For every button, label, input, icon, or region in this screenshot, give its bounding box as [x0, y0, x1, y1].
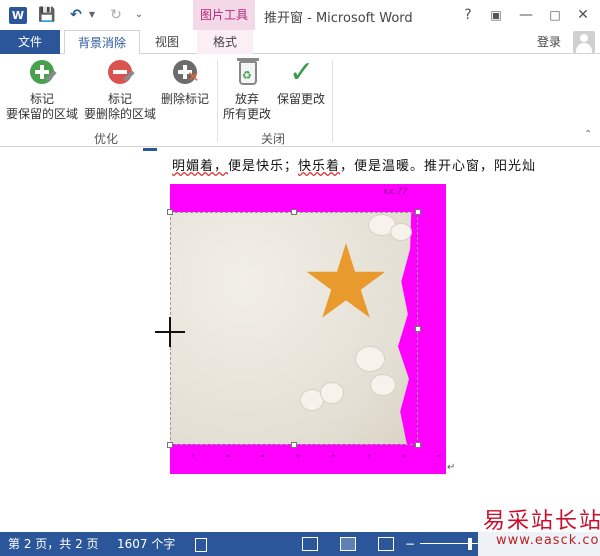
group-label-close: 关闭 — [261, 132, 286, 146]
tab-format[interactable]: 格式 — [197, 30, 253, 54]
mark-keep-label-1: 标记 — [29, 92, 54, 106]
delete-mark-label: 删除标记 — [160, 92, 209, 106]
zoom-slider-thumb[interactable] — [468, 538, 472, 550]
tab-file[interactable]: 文件 — [0, 30, 60, 54]
collapse-ribbon-icon[interactable]: ⌃ — [584, 129, 592, 140]
maximize-icon[interactable]: □ — [546, 6, 564, 24]
window-title: 推开窗 - Microsoft Word — [264, 11, 413, 26]
customize-toolbar-icon[interactable]: ⌄ — [133, 6, 145, 24]
save-icon[interactable]: 💾 — [38, 6, 56, 24]
undo-icon[interactable]: ↶ — [66, 6, 86, 24]
context-tool-label: 图片工具 — [199, 8, 248, 22]
watermark-site-name: 易采站长站 — [483, 509, 600, 534]
zoom-out-button[interactable]: − — [405, 532, 415, 556]
picture-dots: • • • • • • • • — [190, 452, 456, 461]
crosshair-cursor-icon — [155, 317, 185, 347]
keep-changes-button[interactable]: ✓ 保留更改 — [274, 58, 328, 107]
text-segment-b: 便是快乐； — [228, 159, 299, 174]
word-count[interactable]: 1607 个字 — [117, 532, 175, 556]
avatar-icon[interactable] — [573, 31, 595, 53]
text-segment-c: 快乐着 — [298, 159, 341, 174]
ribbon-display-icon[interactable]: ▣ — [487, 6, 505, 24]
minimize-button[interactable]: — — [517, 6, 535, 24]
word-logo-icon: W — [9, 7, 27, 24]
tab-view[interactable]: 视图 — [144, 30, 190, 54]
resize-handle[interactable] — [291, 209, 297, 215]
resize-handle[interactable] — [415, 209, 421, 215]
resize-handle[interactable] — [415, 326, 421, 332]
ribbon-panel: 标记 要保留的区域 标记 要删除的区域 ✕ 删除标记 ♻ 放弃 所有更改 ✓ 保… — [0, 54, 600, 147]
mark-remove-label-1: 标记 — [107, 92, 132, 106]
watermark-url: www.easck.com — [496, 533, 600, 548]
print-layout-icon[interactable] — [340, 537, 356, 551]
mark-remove-button[interactable]: 标记 要删除的区域 — [82, 58, 158, 122]
document-text-line: 明媚着，便是快乐；快乐着，便是温暖。推开心窗，阳光灿 — [172, 155, 536, 174]
group-divider — [332, 60, 333, 142]
mark-remove-label-2: 要删除的区域 — [83, 107, 156, 121]
text-segment-a: 明媚着， — [172, 159, 229, 174]
ribbon-tabs: 文件 背景消除 视图 格式 登录 — [0, 30, 600, 55]
proofing-icon[interactable] — [193, 532, 209, 556]
paragraph-mark: ↵ — [447, 462, 456, 473]
group-label-optimize: 优化 — [94, 132, 119, 146]
picture-caption: xx.77 — [383, 187, 408, 197]
text-marker — [143, 148, 157, 151]
help-button[interactable]: ? — [459, 6, 477, 24]
mark-keep-button[interactable]: 标记 要保留的区域 — [4, 58, 80, 122]
page-count[interactable]: 第 2 页，共 2 页 — [8, 532, 99, 556]
minus-circle-icon — [104, 58, 136, 90]
delete-mark-button[interactable]: ✕ 删除标记 — [158, 58, 212, 107]
resize-handle[interactable] — [167, 442, 173, 448]
tab-background-removal[interactable]: 背景消除 — [64, 30, 140, 55]
resize-handle[interactable] — [291, 442, 297, 448]
delete-mark-icon: ✕ — [169, 58, 201, 90]
title-bar: W 💾 ↶ ▼ ↻ ⌄ 图片工具 推开窗 - Microsoft Word ? … — [0, 0, 600, 30]
undo-dropdown-icon[interactable]: ▼ — [87, 6, 97, 24]
mark-keep-label-2: 要保留的区域 — [5, 107, 78, 121]
resize-handle[interactable] — [167, 209, 173, 215]
login-link[interactable]: 登录 — [537, 30, 561, 54]
discard-label-2: 所有更改 — [222, 107, 271, 121]
selection-frame[interactable] — [170, 212, 418, 445]
resize-handle[interactable] — [415, 442, 421, 448]
checkmark-icon: ✓ — [289, 55, 315, 90]
keep-changes-label: 保留更改 — [276, 92, 325, 106]
read-mode-icon[interactable] — [302, 537, 318, 551]
recycle-bin-icon: ♻ — [231, 58, 263, 90]
text-segment-d: ，便是温暖。推开心窗，阳光灿 — [340, 159, 537, 174]
redo-icon[interactable]: ↻ — [107, 6, 125, 24]
web-layout-icon[interactable] — [378, 537, 394, 551]
group-divider — [217, 60, 218, 142]
discard-changes-button[interactable]: ♻ 放弃 所有更改 — [220, 58, 274, 122]
discard-label-1: 放弃 — [234, 92, 259, 106]
close-button[interactable]: ✕ — [574, 6, 592, 24]
plus-circle-icon — [26, 58, 58, 90]
